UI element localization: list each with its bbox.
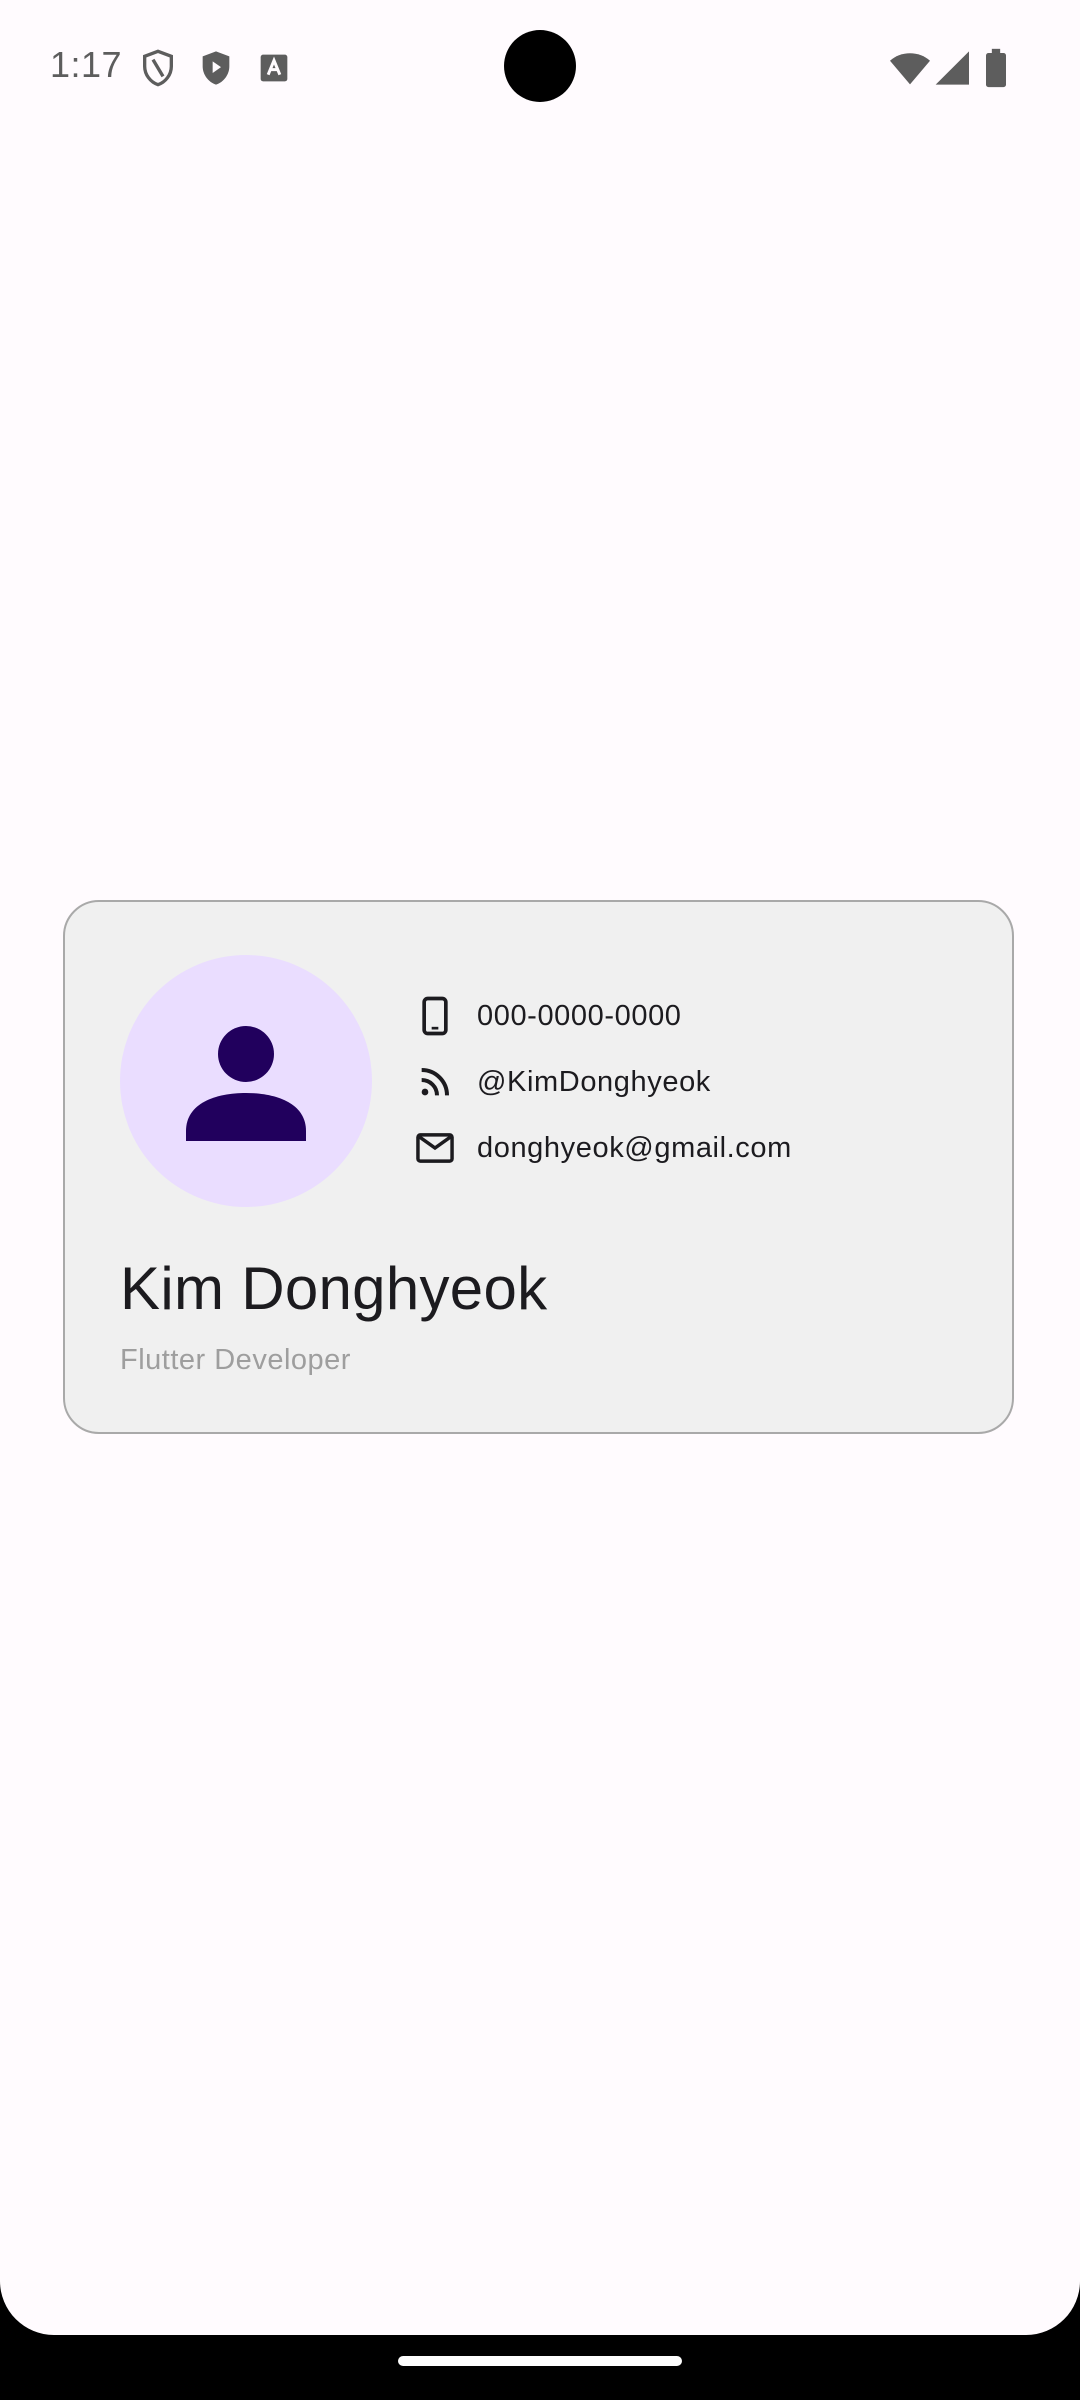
app-screen: 1:17 000-0000-0000 @KimDonghyeok donghye… — [0, 0, 1080, 2335]
profile-role: Flutter Developer — [120, 1344, 351, 1376]
status-time: 1:17 — [50, 44, 123, 85]
profile-card: 000-0000-0000 @KimDonghyeok donghyeok@gm… — [63, 900, 1014, 1434]
status-bar: 1:17 — [0, 0, 1080, 132]
phone-icon — [415, 996, 455, 1036]
battery-icon — [980, 48, 1012, 88]
rss-feed-icon — [415, 1062, 455, 1102]
contact-social-text: @KimDonghyeok — [477, 1065, 711, 1098]
contact-phone-text: 000-0000-0000 — [477, 999, 682, 1032]
mail-icon — [415, 1128, 455, 1168]
avatar — [120, 955, 372, 1207]
contact-social-row: @KimDonghyeok — [415, 1058, 711, 1106]
person-icon — [186, 1026, 306, 1141]
contact-email-text: donghyeok@gmail.com — [477, 1131, 792, 1164]
contact-phone-row: 000-0000-0000 — [415, 992, 682, 1040]
wifi-icon — [888, 48, 932, 88]
play-shield-icon — [196, 48, 236, 88]
profile-name: Kim Donghyeok — [120, 1255, 548, 1322]
signal-icon — [934, 48, 974, 88]
contact-email-row: donghyeok@gmail.com — [415, 1124, 792, 1172]
camera-cutout — [504, 30, 576, 102]
shield-outline-icon — [138, 48, 178, 88]
home-indicator[interactable] — [398, 2356, 682, 2366]
font-a-icon — [254, 48, 294, 88]
